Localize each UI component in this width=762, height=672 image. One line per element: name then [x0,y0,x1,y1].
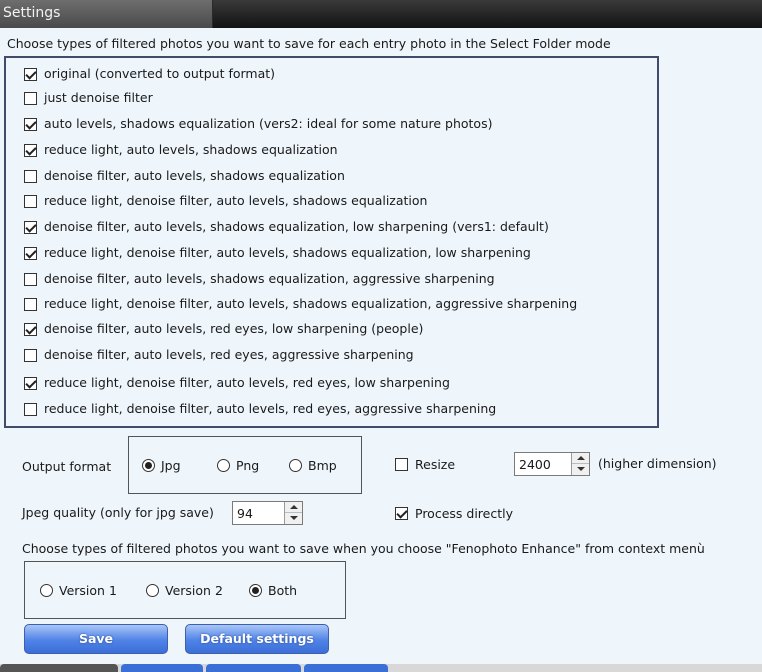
filter-checkbox[interactable] [24,91,37,105]
resize-label: Resize [415,457,456,472]
filter-option[interactable]: reduce light, denoise filter, auto level… [24,192,427,210]
filter-option[interactable]: just denoise filter [24,89,153,107]
format-option-jpg[interactable]: Jpg [142,458,181,473]
filter-label: denoise filter, auto levels, shadows equ… [44,271,495,286]
filter-option[interactable]: reduce light, auto levels, shadows equal… [24,141,338,159]
version-radio[interactable] [146,584,159,597]
version-option-label: Both [268,583,298,598]
filter-checkbox[interactable] [24,322,37,336]
jpeg-quality-label: Jpeg quality (only for jpg save) [22,505,214,520]
filter-option[interactable]: reduce light, denoise filter, auto level… [24,295,577,313]
default-settings-button[interactable]: Default settings [185,624,329,654]
format-radio[interactable] [217,459,230,472]
filter-option[interactable]: reduce light, denoise filter, auto level… [24,374,450,392]
filter-checkbox[interactable] [24,272,37,286]
bottom-tab[interactable] [0,664,118,672]
process-directly-label: Process directly [415,506,513,521]
filter-label: denoise filter, auto levels, red eyes, a… [44,347,414,362]
settings-tab[interactable]: Settings [0,0,213,28]
filter-option[interactable]: denoise filter, auto levels, shadows equ… [24,270,495,288]
spin-up-icon[interactable] [572,453,589,464]
filter-checkbox[interactable] [24,194,37,208]
resize-checkbox[interactable] [395,458,408,471]
version-option-label: Version 2 [165,583,223,598]
filter-label: auto levels, shadows equalization (vers2… [44,116,493,131]
filter-option[interactable]: denoise filter, auto levels, red eyes, l… [24,320,423,338]
filter-option[interactable]: denoise filter, auto levels, shadows equ… [24,167,345,185]
filter-option[interactable]: reduce light, denoise filter, auto level… [24,244,531,262]
context-menu-text: Choose types of filtered photos you want… [22,541,705,556]
filter-label: reduce light, denoise filter, auto level… [44,296,578,311]
filter-option[interactable]: auto levels, shadows equalization (vers2… [24,115,492,133]
bottom-tab[interactable] [121,664,203,672]
title-bar: Settings [0,0,762,28]
version-option-2[interactable]: Version 2 [146,583,223,598]
jpeg-quality-spin-buttons [284,502,302,524]
filter-option[interactable]: original (converted to output format) [24,65,275,83]
output-format-label: Output format [22,459,112,474]
filter-option[interactable]: denoise filter, auto levels, red eyes, a… [24,346,414,364]
filter-label: reduce light, denoise filter, auto level… [44,193,428,208]
filter-label: reduce light, denoise filter, auto level… [44,401,497,416]
filter-label: denoise filter, auto levels, red eyes, l… [44,321,424,336]
spin-up-icon[interactable] [285,502,302,513]
filter-label: just denoise filter [44,90,153,105]
bottom-tab[interactable] [206,664,301,672]
jpeg-quality-value: 94 [237,506,253,521]
filter-label: reduce light, denoise filter, auto level… [44,375,450,390]
filter-checkbox[interactable] [24,220,37,234]
filter-checkbox[interactable] [24,348,37,362]
process-directly-option[interactable]: Process directly [395,506,513,521]
jpeg-quality-spinner[interactable]: 94 [232,501,303,525]
filter-label: original (converted to output format) [44,66,276,81]
format-option-label: Png [236,458,260,473]
filter-checkbox[interactable] [24,297,37,311]
resize-suffix: (higher dimension) [598,456,717,471]
output-format-group: Jpg Png Bmp [128,436,362,494]
filter-option[interactable]: reduce light, denoise filter, auto level… [24,400,496,418]
filter-checkbox[interactable] [24,143,37,157]
filter-label: reduce light, denoise filter, auto level… [44,245,531,260]
format-option-png[interactable]: Png [217,458,259,473]
format-radio[interactable] [142,459,155,472]
bottom-tab[interactable] [304,664,388,672]
filter-option[interactable]: denoise filter, auto levels, shadows equ… [24,218,549,236]
filter-checkbox[interactable] [24,246,37,260]
filter-checkbox[interactable] [24,67,37,81]
format-option-bmp[interactable]: Bmp [289,458,337,473]
save-button[interactable]: Save [24,624,168,654]
filter-checkbox[interactable] [24,117,37,131]
bottom-tab-strip [0,664,762,672]
filter-checkbox[interactable] [24,402,37,416]
filters-group: original (converted to output format) ju… [4,56,659,428]
filter-label: reduce light, auto levels, shadows equal… [44,142,338,157]
format-option-label: Jpg [161,458,181,473]
filter-checkbox[interactable] [24,376,37,390]
version-option-label: Version 1 [59,583,117,598]
filter-label: denoise filter, auto levels, shadows equ… [44,219,549,234]
context-version-group: Version 1 Version 2 Both [24,561,346,619]
format-radio[interactable] [289,459,302,472]
resize-value: 2400 [519,457,551,472]
version-radio[interactable] [40,584,53,597]
resize-spin-buttons [571,453,589,475]
format-option-label: Bmp [308,458,337,473]
version-option-both[interactable]: Both [249,583,297,598]
filter-checkbox[interactable] [24,169,37,183]
resize-spinner[interactable]: 2400 [514,452,590,476]
version-radio[interactable] [249,584,262,597]
version-option-1[interactable]: Version 1 [40,583,117,598]
spin-down-icon[interactable] [285,513,302,524]
spin-down-icon[interactable] [572,464,589,475]
window-title: Settings [3,5,61,21]
process-directly-checkbox[interactable] [395,507,408,520]
filter-label: denoise filter, auto levels, shadows equ… [44,168,345,183]
resize-option[interactable]: Resize [395,457,455,472]
intro-text: Choose types of filtered photos you want… [7,36,611,51]
